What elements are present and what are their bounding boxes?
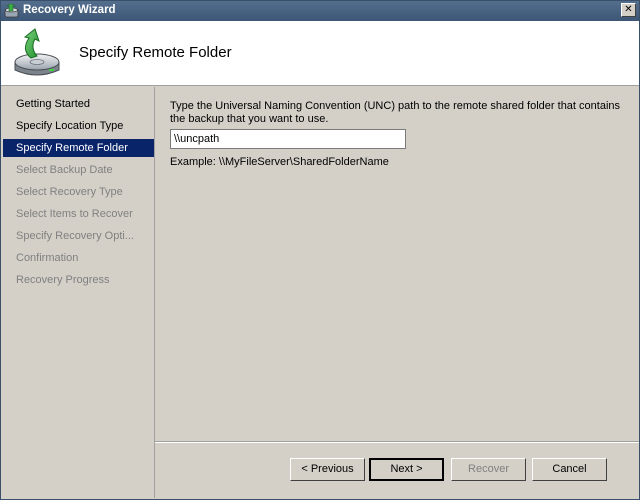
nav-step-select-recovery-type: Select Recovery Type	[16, 186, 123, 198]
nav-step-confirmation: Confirmation	[16, 252, 79, 264]
nav-step-select-items-to-recover: Select Items to Recover	[16, 208, 133, 220]
backup-recovery-icon	[14, 28, 60, 76]
nav-step-getting-started[interactable]: Getting Started	[3, 95, 154, 113]
recovery-wizard-window: Recovery Wizard ✕ Specify Remote Folder …	[0, 0, 640, 500]
nav-step-specify-remote-folder[interactable]: Specify Remote Folder	[3, 139, 154, 157]
title-bar[interactable]: Recovery Wizard ✕	[1, 1, 639, 21]
wizard-steps-nav: Getting Started Specify Location Type Sp…	[3, 87, 155, 498]
nav-step-specify-location-type[interactable]: Specify Location Type	[3, 117, 154, 135]
window-title: Recovery Wizard	[23, 4, 116, 16]
nav-step-select-backup-date: Select Backup Date	[16, 164, 113, 176]
nav-step-specify-recovery-options: Specify Recovery Opti...	[16, 230, 134, 242]
page-heading: Specify Remote Folder	[79, 44, 232, 61]
instructions-text: Type the Universal Naming Convention (UN…	[170, 100, 621, 125]
next-button[interactable]: Next >	[369, 458, 444, 481]
close-icon: ✕	[624, 4, 633, 15]
cancel-button[interactable]: Cancel	[532, 458, 607, 481]
previous-button[interactable]: < Previous	[290, 458, 365, 481]
footer-divider	[155, 441, 639, 443]
example-text: Example: \\MyFileServer\SharedFolderName	[170, 156, 389, 168]
wizard-content: Type the Universal Naming Convention (UN…	[155, 87, 639, 441]
recover-button: Recover	[451, 458, 526, 481]
unc-path-input[interactable]	[170, 129, 406, 149]
close-button[interactable]: ✕	[621, 3, 636, 17]
wizard-header: Specify Remote Folder	[1, 21, 639, 86]
app-icon	[4, 4, 19, 18]
nav-step-recovery-progress: Recovery Progress	[16, 274, 110, 286]
